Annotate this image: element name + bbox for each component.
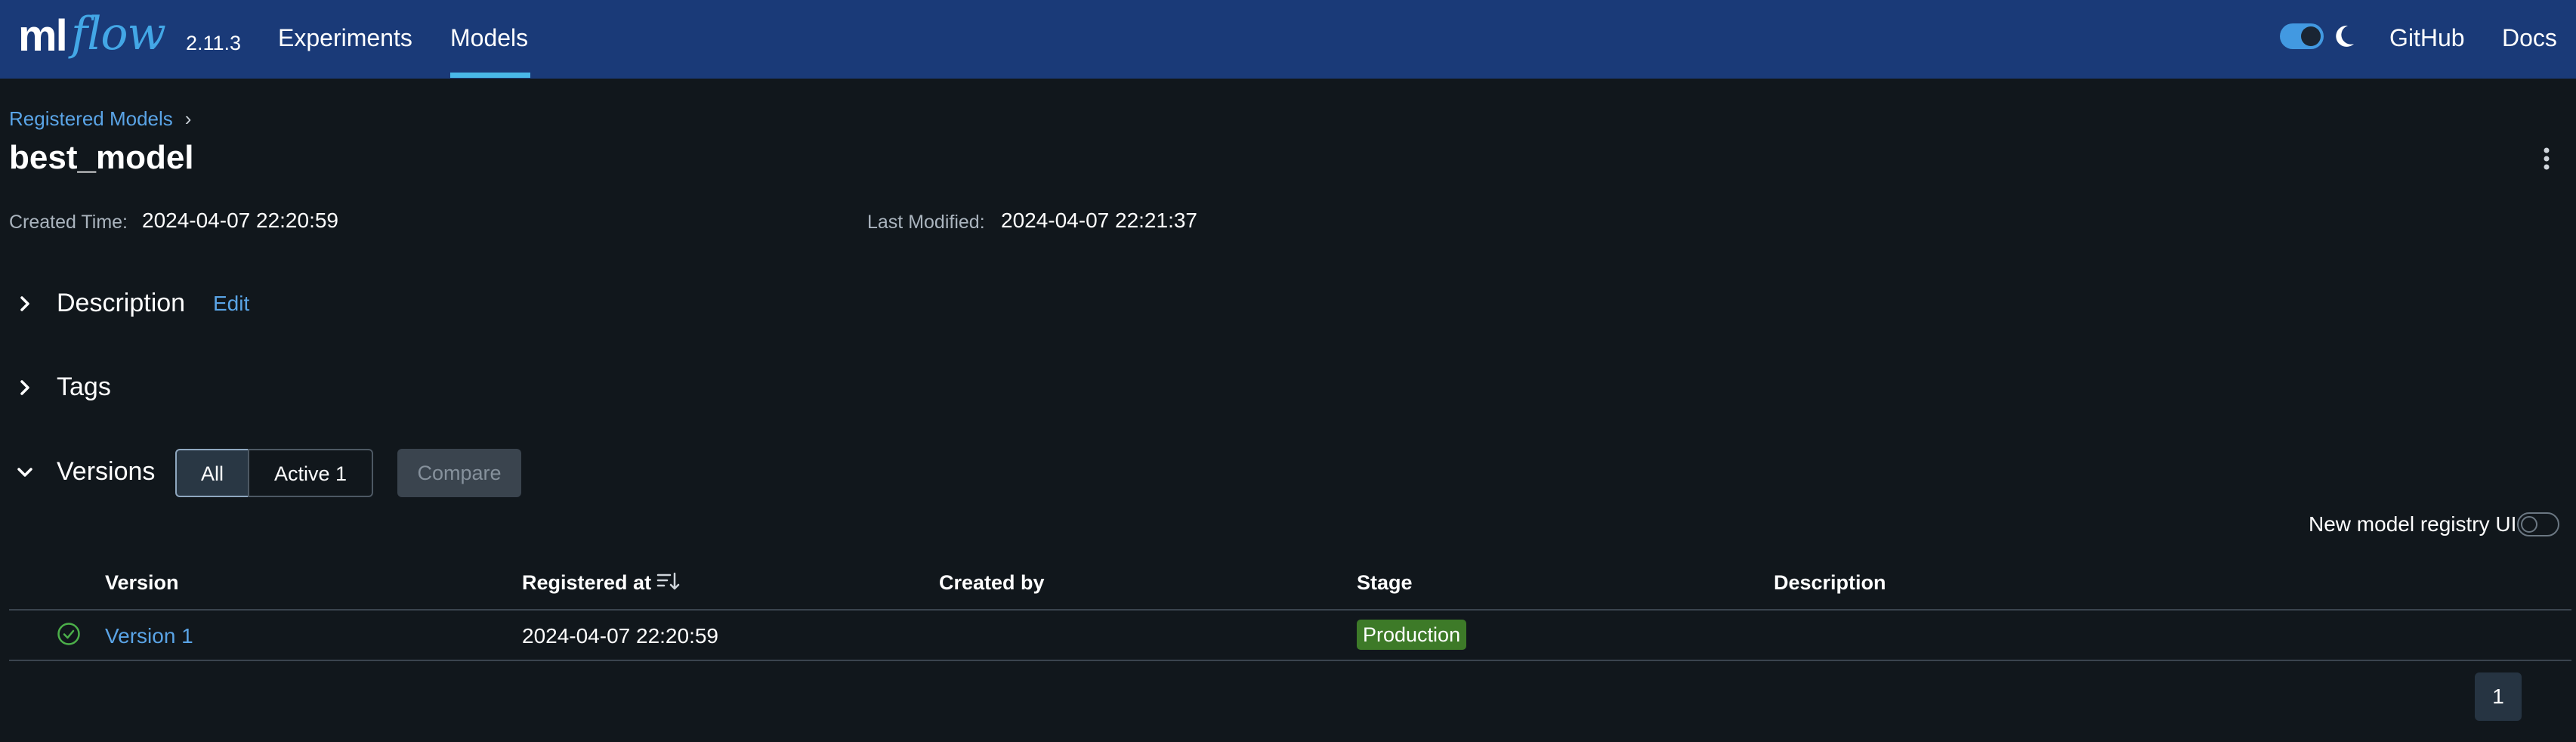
filter-all-button[interactable]: All: [175, 449, 249, 497]
table-header-divider: [9, 609, 2571, 611]
breadcrumb-separator: ›: [184, 107, 192, 130]
breadcrumb-registered-models[interactable]: Registered Models: [9, 107, 173, 130]
edit-description-link[interactable]: Edit: [213, 292, 249, 316]
created-time-label: Created Time:: [9, 212, 128, 233]
column-header-version: Version: [105, 571, 179, 594]
column-header-created-by: Created by: [939, 571, 1045, 594]
stage-badge: Production: [1357, 620, 1467, 650]
nav-experiments[interactable]: Experiments: [278, 0, 412, 79]
logo-ml-text: ml: [18, 11, 68, 60]
table-row-divider: [9, 660, 2571, 661]
page-title: best_model: [9, 139, 194, 176]
active-tab-indicator: [450, 73, 530, 78]
last-modified-value: 2024-04-07 22:21:37: [1001, 209, 1197, 232]
check-circle-icon: [57, 623, 80, 645]
registered-at-cell: 2024-04-07 22:20:59: [522, 624, 718, 648]
chevron-down-icon[interactable]: [14, 461, 36, 484]
versions-section-title[interactable]: Versions: [57, 457, 155, 487]
mlflow-version: 2.11.3: [186, 32, 242, 54]
pagination-page-button[interactable]: 1: [2475, 672, 2522, 721]
tags-section-title[interactable]: Tags: [57, 373, 111, 402]
description-section-title[interactable]: Description: [57, 289, 185, 318]
top-navigation-bar: ml flow 2.11.3 Experiments Models GitHub…: [0, 0, 2576, 79]
column-header-description: Description: [1774, 571, 1886, 594]
version-link[interactable]: Version 1: [105, 624, 193, 648]
created-time-value: 2024-04-07 22:20:59: [142, 209, 338, 232]
nav-github[interactable]: GitHub: [2389, 0, 2465, 79]
column-header-stage: Stage: [1357, 571, 1413, 594]
last-modified-label: Last Modified:: [867, 212, 985, 233]
new-registry-ui-label: New model registry UI: [2309, 512, 2517, 536]
chevron-right-icon[interactable]: [14, 376, 36, 399]
chevron-right-icon[interactable]: [14, 292, 36, 315]
nav-docs[interactable]: Docs: [2502, 0, 2557, 79]
toggle-knob: [2301, 26, 2321, 46]
breadcrumb: Registered Models ›: [9, 107, 191, 131]
switch-knob: [2521, 516, 2537, 533]
moon-icon: [2336, 25, 2354, 47]
column-header-registered-at[interactable]: Registered at: [522, 571, 651, 595]
sort-descending-icon[interactable]: [656, 568, 681, 594]
logo-flow-text: flow: [71, 8, 166, 60]
kebab-menu-icon[interactable]: [2535, 144, 2558, 174]
new-registry-ui-switch[interactable]: [2517, 512, 2559, 536]
filter-active-button[interactable]: Active 1: [248, 449, 373, 497]
nav-models[interactable]: Models: [450, 0, 528, 79]
dark-mode-toggle[interactable]: [2280, 23, 2324, 49]
compare-button[interactable]: Compare: [397, 449, 521, 497]
